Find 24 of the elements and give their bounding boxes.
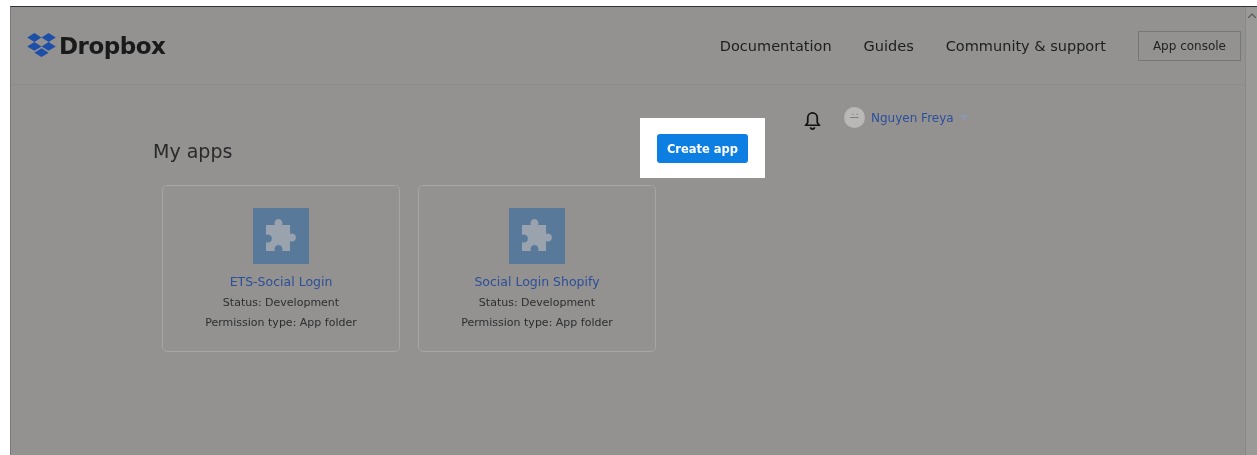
puzzle-icon [509, 208, 565, 264]
app-status: Status: Development [222, 295, 340, 311]
app-card[interactable]: Social Login Shopify Status: Development Permission type: App folder [418, 185, 656, 352]
app-status: Status: Development [478, 295, 596, 311]
app-permission: Permission type: App folder [205, 315, 357, 331]
app-permission: Permission type: App folder [461, 315, 613, 331]
user-name-link[interactable]: Nguyen Freya [871, 110, 954, 125]
scroll-up-icon[interactable] [1247, 13, 1256, 18]
app-card[interactable]: ETS-Social Login Status: Development Permission type: App folder [162, 185, 400, 352]
page-title: My apps [153, 140, 233, 162]
create-app-button[interactable]: Create app [657, 134, 748, 163]
bell-icon[interactable] [803, 111, 822, 130]
nav-link[interactable]: Documentation [719, 37, 832, 54]
nav-link[interactable]: Community & support [945, 37, 1106, 54]
app-name-link[interactable]: ETS-Social Login [229, 274, 333, 289]
avatar-icon[interactable] [844, 107, 865, 128]
dropbox-logo-icon [27, 33, 56, 58]
brand-name[interactable]: Dropbox [59, 32, 166, 59]
app-console-button[interactable]: App console [1137, 30, 1241, 61]
nav-link[interactable]: Guides [863, 37, 914, 54]
caret-icon[interactable] [959, 115, 968, 120]
app-name-link[interactable]: Social Login Shopify [474, 274, 600, 289]
scroll-bar[interactable] [1245, 7, 1257, 455]
puzzle-icon [253, 208, 309, 264]
